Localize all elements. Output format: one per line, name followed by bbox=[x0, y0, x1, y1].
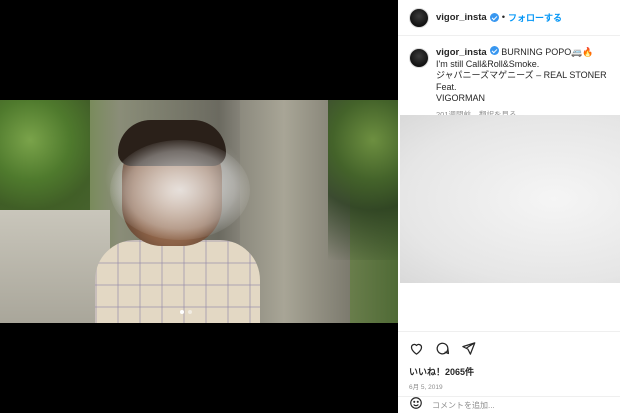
comment-input[interactable] bbox=[432, 400, 602, 410]
person-shirt bbox=[95, 240, 260, 323]
foliage-right bbox=[328, 100, 398, 260]
follow-button[interactable]: フォローする bbox=[508, 11, 562, 24]
post-video[interactable] bbox=[0, 100, 398, 323]
post-panel: vigor_insta • フォローする vigor_insta BURNING… bbox=[398, 0, 620, 413]
carousel-dot bbox=[188, 310, 192, 314]
header-username[interactable]: vigor_insta bbox=[436, 12, 487, 23]
media-area bbox=[0, 0, 398, 413]
emoji-icon[interactable] bbox=[409, 396, 423, 413]
share-icon[interactable] bbox=[461, 341, 476, 356]
post-date: 6月 5, 2019 bbox=[409, 384, 443, 391]
action-section: いいね！2065件 6月 5, 2019 bbox=[398, 331, 620, 391]
caption-line-2: I'm still Call&Roll&Smoke. bbox=[436, 58, 540, 69]
smoke-cloud bbox=[110, 140, 250, 240]
caption-line-3: ジャパニーズマゲニーズ – REAL STONER Feat. bbox=[436, 70, 607, 92]
verified-icon bbox=[489, 46, 499, 55]
post-header: vigor_insta • フォローする bbox=[398, 0, 620, 36]
caption-avatar[interactable] bbox=[409, 48, 429, 68]
caption-username[interactable]: vigor_insta bbox=[436, 47, 487, 58]
comments-placeholder bbox=[400, 115, 620, 283]
separator-dot: • bbox=[501, 12, 506, 23]
caption-line-4: VIGORMAN bbox=[436, 93, 486, 103]
background-building bbox=[0, 210, 110, 323]
avatar[interactable] bbox=[409, 7, 429, 28]
caption: vigor_insta BURNING POPO🚐🔥 I'm still Cal… bbox=[398, 36, 620, 120]
carousel-dots bbox=[180, 310, 192, 314]
verified-icon bbox=[489, 13, 499, 22]
comment-bar bbox=[398, 396, 620, 413]
caption-line-1: BURNING POPO🚐🔥 bbox=[501, 47, 594, 57]
like-count[interactable]: いいね！2065件 bbox=[409, 365, 620, 378]
caption-body: vigor_insta BURNING POPO🚐🔥 I'm still Cal… bbox=[436, 46, 609, 120]
comment-icon[interactable] bbox=[435, 341, 450, 356]
heart-icon[interactable] bbox=[409, 341, 424, 356]
action-bar bbox=[398, 332, 620, 356]
carousel-dot-active bbox=[180, 310, 184, 314]
